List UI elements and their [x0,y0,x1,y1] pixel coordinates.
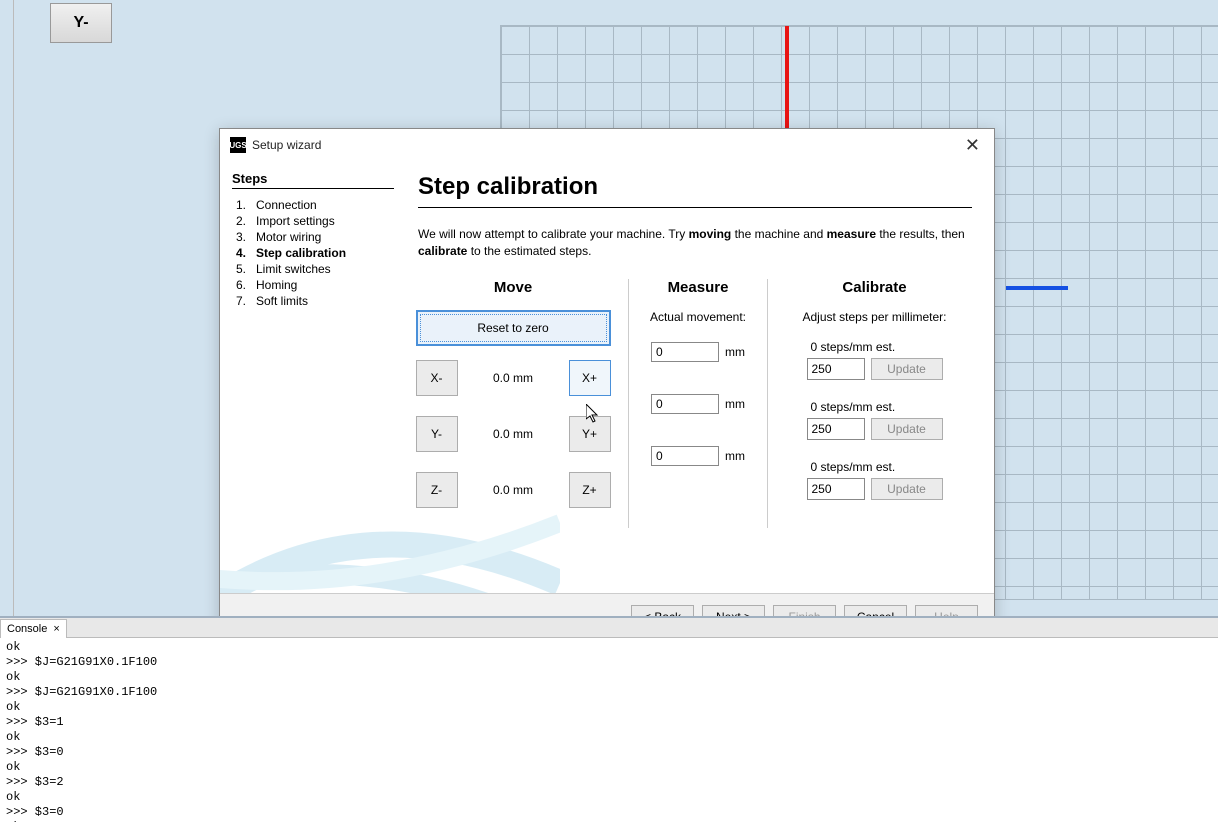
step-calibration[interactable]: 4.Step calibration [232,245,394,261]
cal-y-update-button[interactable]: Update [871,418,943,440]
cal-x-est: 0 steps/mm est. [807,340,943,354]
cal-y-est: 0 steps/mm est. [807,400,943,414]
measure-heading: Measure [668,279,729,296]
z-position: 0.0 mm [468,483,559,497]
console-tab-bar: Console × [0,618,1218,638]
measure-x-input[interactable] [651,342,719,362]
cal-y-input[interactable] [807,418,865,440]
y-minus-button[interactable]: Y- [416,416,458,452]
setup-wizard-dialog: UGS Setup wizard ✕ Steps 1.Connection 2.… [219,128,995,640]
z-minus-button[interactable]: Z- [416,472,458,508]
console-panel: Console × ok >>> $J=G21G91X0.1F100 ok >>… [0,616,1218,822]
page-title: Step calibration [418,173,972,201]
step-soft-limits[interactable]: 7.Soft limits [232,293,394,309]
console-tab[interactable]: Console × [0,619,67,638]
step-motor-wiring[interactable]: 3.Motor wiring [232,229,394,245]
x-position: 0.0 mm [468,371,559,385]
close-icon[interactable]: × [53,623,59,635]
x-plus-button[interactable]: X+ [569,360,611,396]
dialog-title: Setup wizard [252,138,321,152]
cal-x-input[interactable] [807,358,865,380]
measure-z-input[interactable] [651,446,719,466]
y-position: 0.0 mm [468,427,559,441]
left-gutter [0,0,14,616]
calibrate-heading: Calibrate [842,279,906,296]
intro-text: We will now attempt to calibrate your ma… [418,226,972,261]
measure-label: Actual movement: [650,310,746,324]
close-icon[interactable]: ✕ [961,135,984,156]
cal-z-input[interactable] [807,478,865,500]
reset-to-zero-button[interactable]: Reset to zero [416,310,611,346]
calibrate-label: Adjust steps per millimeter: [802,310,946,324]
cal-z-est: 0 steps/mm est. [807,460,943,474]
y-plus-button[interactable]: Y+ [569,416,611,452]
step-homing[interactable]: 6.Homing [232,277,394,293]
x-minus-button[interactable]: X- [416,360,458,396]
axis-line-blue [1006,286,1068,290]
move-heading: Move [494,279,532,296]
ugs-icon: UGS [230,137,246,153]
dialog-titlebar: UGS Setup wizard ✕ [220,129,994,161]
wizard-sidebar: Steps 1.Connection 2.Import settings 3.M… [220,161,406,593]
mm-unit: mm [725,449,745,463]
sidebar-heading: Steps [232,171,394,189]
step-import-settings[interactable]: 2.Import settings [232,213,394,229]
cal-x-update-button[interactable]: Update [871,358,943,380]
step-limit-switches[interactable]: 5.Limit switches [232,261,394,277]
cal-z-update-button[interactable]: Update [871,478,943,500]
console-output: ok >>> $J=G21G91X0.1F100 ok >>> $J=G21G9… [0,638,1218,822]
measure-y-input[interactable] [651,394,719,414]
mm-unit: mm [725,397,745,411]
heading-divider [418,207,972,208]
wizard-main: Step calibration We will now attempt to … [406,161,994,593]
y-minus-button-bg[interactable]: Y- [50,3,112,43]
z-plus-button[interactable]: Z+ [569,472,611,508]
step-connection[interactable]: 1.Connection [232,197,394,213]
mm-unit: mm [725,345,745,359]
